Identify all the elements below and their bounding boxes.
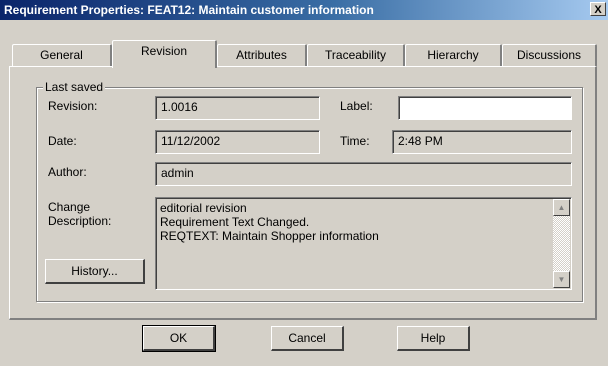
tab-discussions[interactable]: Discussions: [502, 44, 597, 66]
tab-discussions-label: Discussions: [516, 48, 582, 62]
scroll-down-button[interactable]: ▼: [553, 271, 570, 288]
down-arrow-icon: ▼: [557, 275, 566, 284]
close-icon: X: [594, 4, 602, 16]
revision-field: 1.0016: [155, 96, 320, 120]
window-title: Requirement Properties: FEAT12: Maintain…: [4, 3, 374, 17]
tab-general[interactable]: General: [12, 44, 112, 66]
help-button[interactable]: Help: [397, 326, 470, 351]
label-field[interactable]: [398, 96, 572, 120]
ok-button[interactable]: OK: [142, 325, 216, 352]
close-button[interactable]: X: [590, 2, 606, 16]
ok-button-label: OK: [169, 331, 188, 345]
tab-traceability[interactable]: Traceability: [307, 44, 405, 66]
author-field: admin: [155, 162, 572, 186]
change-description-label-line2: Description:: [48, 214, 112, 228]
tab-hierarchy[interactable]: Hierarchy: [405, 44, 502, 66]
tab-traceability-label: Traceability: [325, 48, 386, 62]
time-field: 2:48 PM: [392, 130, 572, 154]
memo-scrollbar[interactable]: ▲ ▼: [553, 199, 570, 288]
scroll-up-button[interactable]: ▲: [553, 199, 570, 216]
tab-attributes[interactable]: Attributes: [217, 44, 307, 66]
group-label-last-saved: Last saved: [43, 80, 106, 94]
change-description-label-line1: Change: [48, 200, 91, 214]
tab-general-label: General: [40, 48, 83, 62]
cancel-button[interactable]: Cancel: [271, 326, 344, 351]
cancel-button-label: Cancel: [288, 331, 326, 345]
change-line: REQTEXT: Maintain Shopper information: [160, 229, 379, 243]
tab-revision[interactable]: Revision: [112, 40, 217, 68]
tab-revision-label: Revision: [140, 44, 188, 58]
help-button-label: Help: [420, 331, 446, 345]
change-line: Requirement Text Changed.: [160, 215, 310, 229]
date-label: Date:: [48, 134, 77, 148]
change-line: editorial revision: [160, 201, 247, 215]
label-label: Label:: [340, 99, 373, 113]
tab-attributes-label: Attributes: [236, 48, 287, 62]
title-bar: Requirement Properties: FEAT12: Maintain…: [0, 0, 608, 20]
author-label: Author:: [48, 165, 87, 179]
time-label: Time:: [340, 134, 370, 148]
change-description-memo[interactable]: editorial revision Requirement Text Chan…: [155, 197, 572, 290]
history-button-label: History...: [71, 264, 118, 278]
date-field: 11/12/2002: [155, 130, 320, 154]
tab-hierarchy-label: Hierarchy: [427, 48, 479, 62]
up-arrow-icon: ▲: [557, 203, 566, 212]
history-button[interactable]: History...: [45, 259, 145, 284]
revision-label: Revision:: [48, 99, 98, 113]
